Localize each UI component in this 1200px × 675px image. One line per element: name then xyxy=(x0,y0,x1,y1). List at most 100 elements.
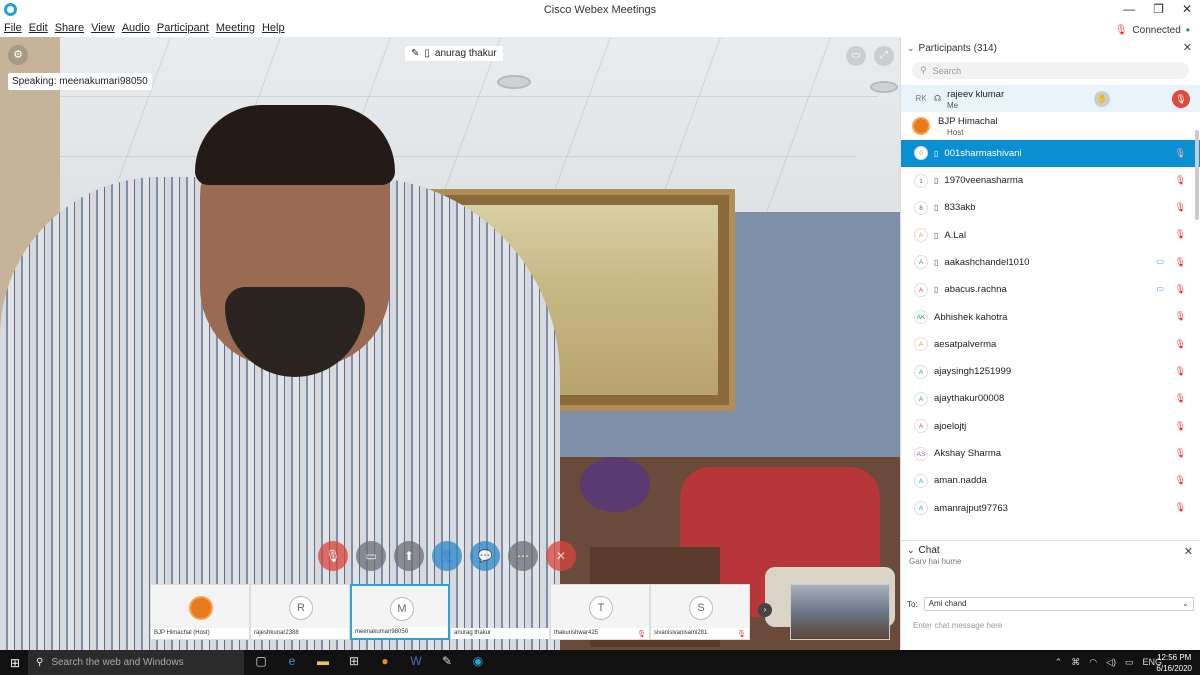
windows-start-icon[interactable]: ⊞ xyxy=(10,656,20,670)
participant-row[interactable]: 1 ▯ 1970veenasharma 🎙 xyxy=(901,167,1200,194)
more-button[interactable]: ⋯ xyxy=(508,541,538,571)
mic-muted-icon: 🎙 xyxy=(737,631,746,638)
mic-muted-icon: 🎙 xyxy=(637,631,646,638)
self-view[interactable] xyxy=(790,584,890,640)
participants-header[interactable]: ⌄ Participants (314) ✕ xyxy=(901,37,1200,59)
mic-muted-icon[interactable]: 🎙 xyxy=(1175,366,1186,377)
bjp-logo-icon xyxy=(912,116,930,135)
mic-muted-icon[interactable]: 🎙 xyxy=(1175,257,1186,268)
firefox-icon[interactable]: ● xyxy=(376,654,394,668)
participant-row[interactable]: A ▯ A.Lal 🎙 xyxy=(901,221,1200,248)
thumbnail-participant[interactable]: T thakurishwar425 🎙 xyxy=(550,584,650,640)
raise-hand-icon[interactable]: ✋ xyxy=(1094,91,1110,107)
participant-row[interactable]: A ajaysingh1251999 🎙 xyxy=(901,358,1200,385)
close-icon[interactable]: ✕ xyxy=(1184,545,1193,558)
task-view-icon[interactable]: ▢ xyxy=(252,654,270,668)
participant-row[interactable]: A ▯ aakashchandel1010 ▭ 🎙 xyxy=(901,249,1200,276)
volume-icon[interactable]: ◁) xyxy=(1106,657,1116,668)
phone-icon: ▯ xyxy=(934,230,939,240)
clock[interactable]: 12:56 PM 6/16/2020 xyxy=(1156,652,1192,674)
pin-icon[interactable]: ✎ xyxy=(411,48,419,59)
edge-icon[interactable]: e xyxy=(283,654,301,668)
file-explorer-icon[interactable]: ▬ xyxy=(314,654,332,668)
chevron-up-icon[interactable]: ⌃ xyxy=(1055,657,1063,668)
participant-row[interactable]: A ajaythakur00008 🎙 xyxy=(901,385,1200,412)
minimize-icon[interactable]: — xyxy=(1123,2,1135,16)
phone-icon: ▯ xyxy=(934,203,939,213)
wifi-icon[interactable]: ◠ xyxy=(1089,657,1097,668)
menu-share[interactable]: Share xyxy=(55,22,84,34)
chat-button[interactable]: 💬 xyxy=(470,541,500,571)
mic-muted-icon[interactable]: 🎙 xyxy=(1175,284,1186,295)
mic-muted-icon[interactable]: 🎙 xyxy=(1175,421,1186,432)
participant-row[interactable]: A ajoelojtj 🎙 xyxy=(901,413,1200,440)
mic-muted-icon[interactable]: 🎙 xyxy=(1175,339,1186,350)
participant-row-me[interactable]: RK ☊ rajeev klumar Me ✋ 🎙 xyxy=(901,85,1200,113)
participant-row[interactable]: A ▯ abacus.rachna ▭ 🎙 xyxy=(901,276,1200,303)
mic-muted-icon[interactable]: 🎙 xyxy=(1175,502,1186,513)
participant-row[interactable]: 0 ▯ 001sharmashivani 🎙 xyxy=(901,139,1200,167)
window-controls: — ❐ ✕ xyxy=(1123,2,1192,16)
bjp-logo-icon xyxy=(189,596,213,620)
connection-status-label: Connected xyxy=(1132,24,1181,36)
webex-taskbar-icon[interactable]: ◉ xyxy=(469,654,487,668)
chat-input[interactable]: Enter chat message here xyxy=(913,621,1002,630)
layout-icon[interactable]: ▭ xyxy=(846,46,866,66)
share-button[interactable]: ⬆ xyxy=(394,541,424,571)
store-icon[interactable]: ⊞ xyxy=(345,654,363,668)
participant-row[interactable]: 8 ▯ 833akb 🎙 xyxy=(901,194,1200,221)
main-video[interactable]: ⚙ Speaking: meenakumari98050 ✎ ▯ anurag … xyxy=(0,37,900,650)
participants-button[interactable]: 👤 xyxy=(432,541,462,571)
wifi-tool-icon[interactable]: ✎ xyxy=(438,654,456,668)
menu-view[interactable]: View xyxy=(91,22,115,34)
participant-row[interactable]: AK Abhishek kahotra 🎙 xyxy=(901,303,1200,330)
mic-muted-icon[interactable]: 🎙 xyxy=(1175,475,1186,486)
chevron-down-icon[interactable]: ⌄ xyxy=(907,545,915,556)
mic-muted-icon[interactable]: 🎙 xyxy=(1175,448,1186,459)
chevron-down-icon[interactable]: ⌄ xyxy=(907,43,915,54)
participant-row[interactable]: AS Akshay Sharma 🎙 xyxy=(901,440,1200,467)
fullscreen-icon[interactable]: ⤢ xyxy=(874,46,894,66)
mic-muted-icon[interactable]: 🎙 xyxy=(1175,311,1186,322)
thumbnail-participant[interactable]: S sivanisivanisami281 🎙 xyxy=(650,584,750,640)
participant-row[interactable]: A amanrajput97763 🎙 xyxy=(901,494,1200,521)
strip-next-icon[interactable]: › xyxy=(758,603,772,617)
participant-row-host[interactable]: BJP Himachal Host xyxy=(901,112,1200,139)
menu-meeting[interactable]: Meeting xyxy=(216,22,255,34)
mic-muted-icon[interactable]: 🎙 xyxy=(1175,148,1186,159)
participant-row[interactable]: A aesatpalverma 🎙 xyxy=(901,331,1200,358)
thumbnail-participant[interactable]: M meenakumari98050 xyxy=(350,584,450,640)
mic-muted-icon[interactable]: 🎙 xyxy=(1175,393,1186,404)
close-icon[interactable]: ✕ xyxy=(1183,41,1192,54)
mic-muted-icon[interactable]: 🎙 xyxy=(1175,229,1186,240)
mic-muted-icon[interactable]: 🎙 xyxy=(1115,25,1128,36)
settings-gear-icon[interactable]: ⚙ xyxy=(8,45,28,65)
mute-mic-button[interactable]: 🎙 xyxy=(318,541,348,571)
thumbnail-participant[interactable]: R rajeshkunar2388 xyxy=(250,584,350,640)
participant-search[interactable]: ⚲ Search xyxy=(912,62,1189,79)
taskbar-search[interactable]: ⚲ Search the web and Windows xyxy=(28,650,244,675)
chat-recipient-select[interactable]: Ami chand ⌄ xyxy=(923,597,1194,611)
network-icon[interactable]: ⌘ xyxy=(1071,657,1080,668)
menu-participant[interactable]: Participant xyxy=(157,22,209,34)
menu-audio[interactable]: Audio xyxy=(122,22,150,34)
headset-icon: ☊ xyxy=(934,94,942,104)
thumbnail-participant[interactable]: BJP Himachal (Host) xyxy=(150,584,250,640)
thumbnail-participant[interactable]: anurag thakur xyxy=(450,584,550,640)
menu-help[interactable]: Help xyxy=(262,22,285,34)
chat-title: Chat xyxy=(918,545,940,556)
restore-icon[interactable]: ❐ xyxy=(1153,2,1164,16)
close-icon[interactable]: ✕ xyxy=(1182,2,1192,16)
menu-edit[interactable]: Edit xyxy=(29,22,48,34)
more-dot-icon[interactable]: • xyxy=(1186,23,1190,37)
word-icon[interactable]: W xyxy=(407,654,425,668)
mic-muted-icon[interactable]: 🎙 xyxy=(1175,202,1186,213)
mic-muted-icon[interactable]: 🎙 xyxy=(1175,175,1186,186)
participant-scrollbar[interactable] xyxy=(1195,130,1199,220)
menu-file[interactable]: File xyxy=(4,22,22,34)
stop-video-button[interactable]: ▭ xyxy=(356,541,386,571)
participant-row[interactable]: A aman.nadda 🎙 xyxy=(901,467,1200,494)
mute-self-icon[interactable]: 🎙 xyxy=(1172,90,1190,108)
leave-button[interactable]: ✕ xyxy=(546,541,576,571)
battery-icon[interactable]: ▭ xyxy=(1125,657,1134,668)
